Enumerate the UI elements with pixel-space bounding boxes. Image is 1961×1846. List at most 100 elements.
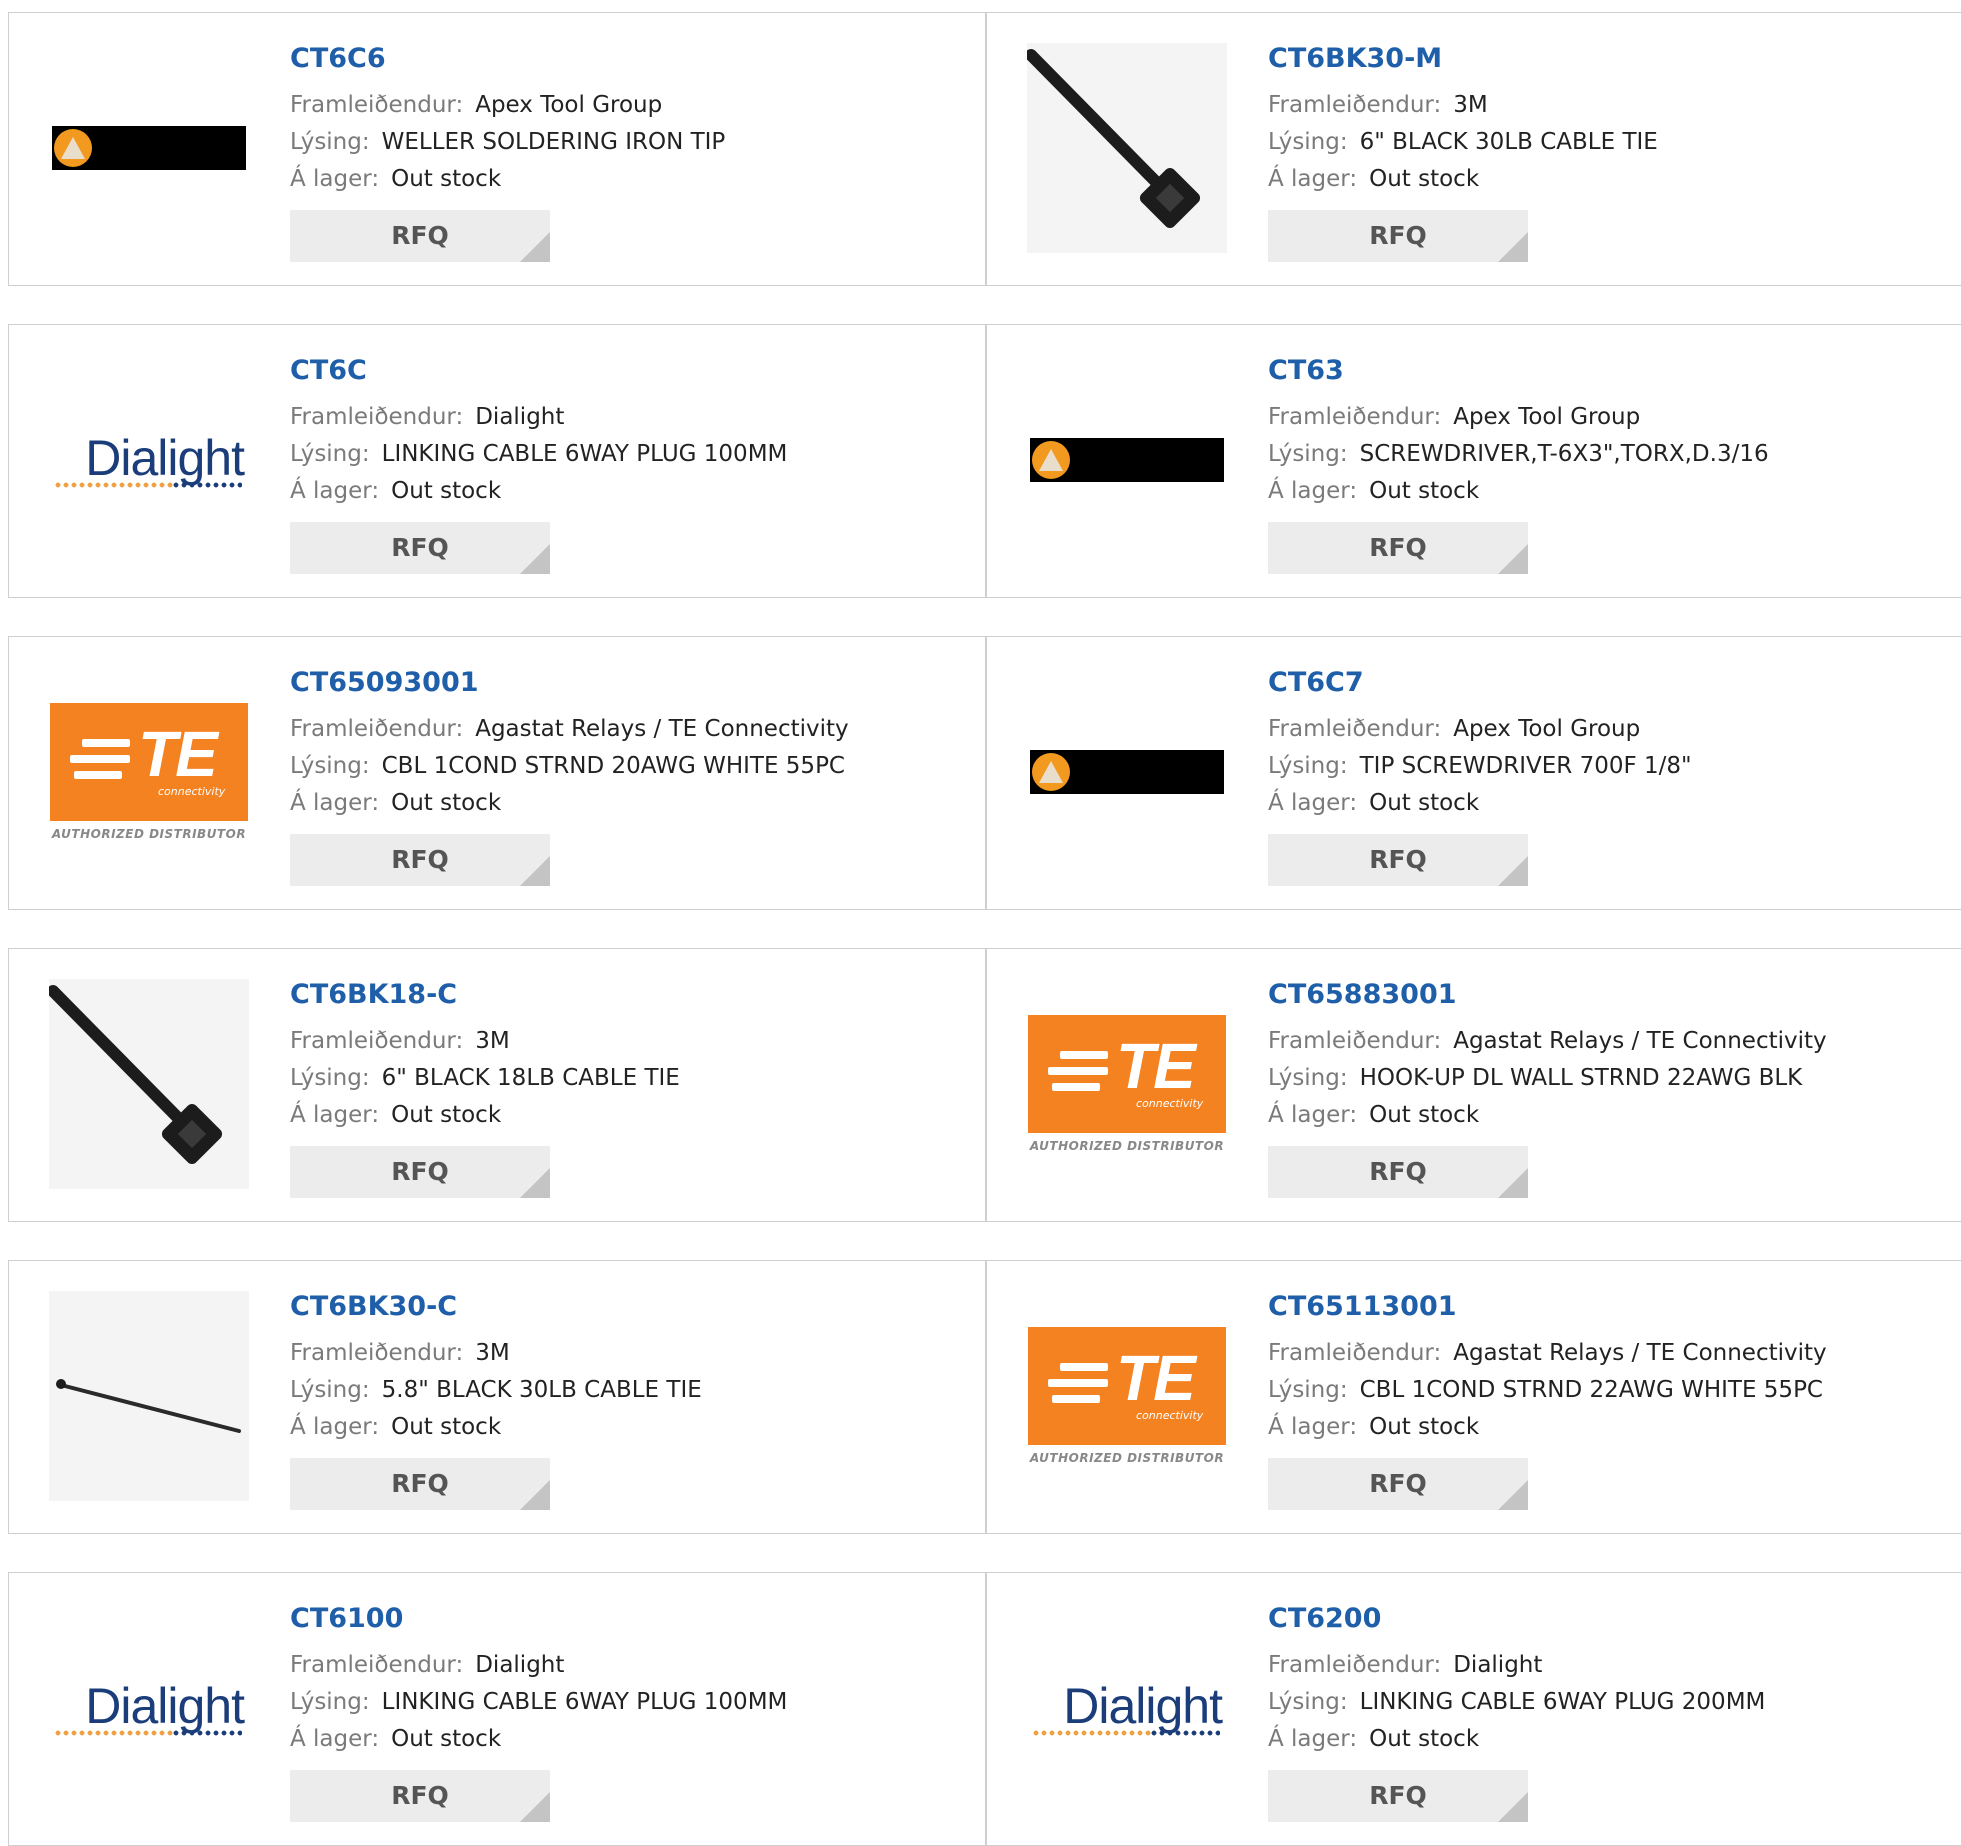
part-number-link[interactable]: CT63: [1268, 353, 1769, 389]
te-connectivity-logo: TE connectivity AUTHORIZED DISTRIBUTOR: [1028, 1015, 1226, 1153]
rfq-button[interactable]: RFQ: [290, 834, 550, 886]
product-thumbnail[interactable]: [49, 43, 249, 253]
stock-label: Á lager:: [290, 1102, 380, 1128]
stock-label: Á lager:: [1268, 478, 1358, 504]
description-row: Lýsing: LINKING CABLE 6WAY PLUG 100MM: [290, 436, 787, 473]
stock-value: Out stock: [1369, 478, 1480, 504]
rfq-button[interactable]: RFQ: [1268, 1770, 1528, 1822]
manufacturer-row: Framleiðendur: Dialight: [290, 399, 787, 436]
manufacturer-label: Framleiðendur:: [290, 1028, 464, 1054]
description-value: SCREWDRIVER,T-6X3",TORX,D.3/16: [1359, 441, 1769, 467]
description-label: Lýsing:: [1268, 753, 1348, 779]
description-label: Lýsing:: [1268, 1689, 1348, 1715]
description-value: 6" BLACK 18LB CABLE TIE: [381, 1065, 680, 1091]
apex-logo: [1030, 438, 1224, 482]
product-thumbnail[interactable]: [1027, 355, 1227, 565]
stock-row: Á lager: Out stock: [1268, 1097, 1827, 1134]
rfq-label: RFQ: [1369, 1469, 1427, 1498]
rfq-button[interactable]: RFQ: [1268, 834, 1528, 886]
product-thumbnail[interactable]: [49, 1291, 249, 1501]
product-card: CT6C7 Framleiðendur: Apex Tool Group Lýsing…: [986, 636, 1961, 910]
stock-row: Á lager: Out stock: [290, 1409, 702, 1446]
part-number-link[interactable]: CT6C7: [1268, 665, 1692, 701]
rfq-button[interactable]: RFQ: [1268, 522, 1528, 574]
rfq-label: RFQ: [1369, 533, 1427, 562]
description-row: Lýsing: WELLER SOLDERING IRON TIP: [290, 124, 725, 161]
part-number-link[interactable]: CT65093001: [290, 665, 849, 701]
part-number-link[interactable]: CT6C6: [290, 41, 725, 77]
manufacturer-label: Framleiðendur:: [1268, 92, 1442, 118]
product-info: CT6C Framleiðendur: Dialight Lýsing: LINKING…: [290, 353, 787, 574]
part-number-link[interactable]: CT6200: [1268, 1601, 1765, 1637]
apex-logo: [1030, 750, 1224, 794]
rfq-label: RFQ: [1369, 845, 1427, 874]
rfq-button[interactable]: RFQ: [290, 1770, 550, 1822]
product-thumbnail[interactable]: Dialight: [1027, 1603, 1227, 1813]
rfq-button[interactable]: RFQ: [1268, 1458, 1528, 1510]
part-number-link[interactable]: CT6BK18-C: [290, 977, 680, 1013]
product-thumbnail[interactable]: TE connectivity AUTHORIZED DISTRIBUTOR: [1027, 979, 1227, 1189]
corner-triangle-icon: [520, 232, 550, 262]
description-row: Lýsing: LINKING CABLE 6WAY PLUG 100MM: [290, 1684, 787, 1721]
rfq-button[interactable]: RFQ: [1268, 210, 1528, 262]
product-thumbnail[interactable]: TE connectivity AUTHORIZED DISTRIBUTOR: [49, 667, 249, 877]
manufacturer-label: Framleiðendur:: [290, 1652, 464, 1678]
product-info: CT6200 Framleiðendur: Dialight Lýsing: LINKI…: [1268, 1601, 1765, 1822]
stock-row: Á lager: Out stock: [290, 161, 725, 198]
product-thumbnail[interactable]: Dialight: [49, 355, 249, 565]
description-value: TIP SCREWDRIVER 700F 1/8": [1359, 753, 1692, 779]
stock-label: Á lager:: [290, 478, 380, 504]
product-info: CT6BK30-M Framleiðendur: 3M Lýsing: 6" BLACK…: [1268, 41, 1658, 262]
stock-value: Out stock: [391, 166, 502, 192]
product-info: CT65093001 Framleiðendur: Agastat Relays /…: [290, 665, 849, 886]
stock-label: Á lager:: [290, 166, 380, 192]
rfq-label: RFQ: [391, 1781, 449, 1810]
manufacturer-label: Framleiðendur:: [290, 92, 464, 118]
manufacturer-value: Dialight: [1453, 1652, 1543, 1678]
product-thumbnail[interactable]: TE connectivity AUTHORIZED DISTRIBUTOR: [1027, 1291, 1227, 1501]
te-connectivity-logo: TE connectivity AUTHORIZED DISTRIBUTOR: [1028, 1327, 1226, 1465]
part-number-link[interactable]: CT6BK30-M: [1268, 41, 1658, 77]
manufacturer-row: Framleiðendur: Agastat Relays / TE Connec…: [290, 711, 849, 748]
description-value: CBL 1COND STRND 20AWG WHITE 55PC: [381, 753, 845, 779]
stock-value: Out stock: [391, 1414, 502, 1440]
rfq-button[interactable]: RFQ: [290, 210, 550, 262]
stock-row: Á lager: Out stock: [1268, 1721, 1765, 1758]
stock-label: Á lager:: [1268, 1102, 1358, 1128]
part-number-link[interactable]: CT65883001: [1268, 977, 1827, 1013]
description-row: Lýsing: CBL 1COND STRND 22AWG WHITE 55PC: [1268, 1372, 1827, 1409]
description-value: 6" BLACK 30LB CABLE TIE: [1359, 129, 1658, 155]
rfq-button[interactable]: RFQ: [290, 522, 550, 574]
manufacturer-value: Dialight: [475, 404, 565, 430]
te-connectivity-logo: TE connectivity AUTHORIZED DISTRIBUTOR: [50, 703, 248, 841]
manufacturer-label: Framleiðendur:: [1268, 1340, 1442, 1366]
product-card: CT6BK18-C Framleiðendur: 3M Lýsing: 6" BLACK…: [8, 948, 986, 1222]
part-number-link[interactable]: CT6BK30-C: [290, 1289, 702, 1325]
part-number-link[interactable]: CT6C: [290, 353, 787, 389]
description-label: Lýsing:: [1268, 1065, 1348, 1091]
rfq-button[interactable]: RFQ: [290, 1146, 550, 1198]
manufacturer-value: Agastat Relays / TE Connectivity: [1453, 1340, 1827, 1366]
product-card: Dialight CT6C Framleiðendur: Dialight Lýsing…: [8, 324, 986, 598]
product-thumbnail[interactable]: [49, 979, 249, 1189]
rfq-label: RFQ: [391, 221, 449, 250]
product-thumbnail[interactable]: Dialight: [49, 1603, 249, 1813]
manufacturer-row: Framleiðendur: Apex Tool Group: [290, 87, 725, 124]
rfq-label: RFQ: [391, 1157, 449, 1186]
rfq-button[interactable]: RFQ: [290, 1458, 550, 1510]
stock-label: Á lager:: [1268, 1414, 1358, 1440]
rfq-button[interactable]: RFQ: [1268, 1146, 1528, 1198]
part-number-link[interactable]: CT65113001: [1268, 1289, 1827, 1325]
stock-value: Out stock: [1369, 790, 1480, 816]
description-label: Lýsing:: [290, 1377, 370, 1403]
description-value: 5.8" BLACK 30LB CABLE TIE: [381, 1377, 702, 1403]
manufacturer-label: Framleiðendur:: [290, 716, 464, 742]
stock-value: Out stock: [391, 478, 502, 504]
manufacturer-label: Framleiðendur:: [1268, 1028, 1442, 1054]
product-thumbnail[interactable]: [1027, 43, 1227, 253]
product-card: CT63 Framleiðendur: Apex Tool Group Lýsing:…: [986, 324, 1961, 598]
corner-triangle-icon: [520, 1792, 550, 1822]
part-number-link[interactable]: CT6100: [290, 1601, 787, 1637]
product-card: Dialight CT6100 Framleiðendur: Dialight Lýsi…: [8, 1572, 986, 1846]
product-thumbnail[interactable]: [1027, 667, 1227, 877]
